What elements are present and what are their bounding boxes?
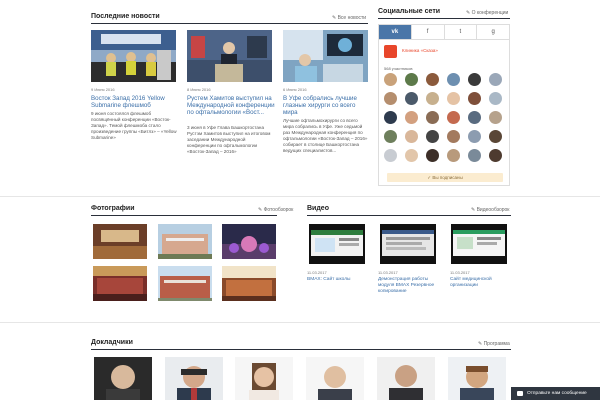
photo-thumbnail[interactable] bbox=[222, 266, 276, 301]
video-title-1[interactable]: ВМАХ: Сайт школы bbox=[307, 277, 369, 283]
group-logo[interactable] bbox=[384, 45, 397, 58]
avatar[interactable] bbox=[447, 73, 460, 86]
avatar[interactable] bbox=[468, 73, 481, 86]
speaker-photo[interactable] bbox=[306, 357, 364, 400]
vk-widget: Клиника «Сказа» 568 участников ✓ Вы подп bbox=[378, 40, 510, 186]
video-title-2[interactable]: Демонстрация работы модуля ВМАХ Резервно… bbox=[378, 277, 440, 295]
news-title-2[interactable]: Рустем Хамитов выступил на Международной… bbox=[187, 95, 275, 116]
avatar[interactable] bbox=[447, 130, 460, 143]
avatar[interactable] bbox=[426, 111, 439, 124]
speaker-photo[interactable] bbox=[448, 357, 506, 400]
news-text-2: 3 июня в Уфе Глава Башкортостана Рустэм … bbox=[187, 125, 271, 154]
video-date-1: 11.03.2017 bbox=[307, 270, 327, 275]
avatar[interactable] bbox=[426, 92, 439, 105]
news-section-title: Последние новости bbox=[91, 13, 160, 20]
avatar[interactable] bbox=[405, 111, 418, 124]
speakers-title-rule bbox=[91, 349, 511, 350]
video-title-rule bbox=[307, 215, 511, 216]
news-date-2: 8 Июня 2016 bbox=[187, 87, 211, 92]
video-section-title: Видео bbox=[307, 205, 329, 212]
news-text-3: Лучшие офтальмохирурги со всего мира соб… bbox=[283, 118, 368, 153]
avatar[interactable] bbox=[384, 130, 397, 143]
speaker-photo[interactable] bbox=[377, 357, 435, 400]
video-thumbnail-2[interactable] bbox=[380, 224, 436, 264]
speakers-section-title: Докладчики bbox=[91, 339, 133, 346]
tab-google[interactable]: g bbox=[477, 25, 509, 39]
avatar[interactable] bbox=[405, 92, 418, 105]
news-image-2[interactable] bbox=[187, 30, 272, 82]
avatar[interactable] bbox=[384, 73, 397, 86]
speaker-photo[interactable] bbox=[94, 357, 152, 400]
all-news-link[interactable]: ✎ Все новости bbox=[332, 15, 366, 21]
video-date-3: 11.03.2017 bbox=[450, 270, 470, 275]
social-tabs: vk f t g bbox=[378, 24, 510, 40]
photo-thumbnail[interactable] bbox=[158, 266, 212, 301]
vk-member-count: 568 участников bbox=[384, 66, 413, 71]
photo-thumbnail[interactable] bbox=[222, 224, 276, 259]
news-image-1[interactable] bbox=[91, 30, 176, 82]
tab-facebook[interactable]: f bbox=[412, 25, 445, 39]
avatar[interactable] bbox=[447, 111, 460, 124]
about-conference-link[interactable]: ✎ О конференции bbox=[466, 10, 508, 16]
news-date-1: 9 Июня 2016 bbox=[91, 87, 115, 92]
program-link[interactable]: ✎ Программа bbox=[478, 341, 510, 347]
avatar[interactable] bbox=[489, 149, 502, 162]
video-review-link[interactable]: ✎ Видеообзорок bbox=[471, 207, 510, 213]
section-divider bbox=[0, 196, 600, 197]
avatar[interactable] bbox=[426, 73, 439, 86]
avatar[interactable] bbox=[447, 92, 460, 105]
news-text-1: 9 июня состоялся флешмоб посвящённый кон… bbox=[91, 111, 177, 140]
news-title-1[interactable]: Восток Запад 2016 Yellow Submarine флешм… bbox=[91, 95, 179, 109]
photo-review-link[interactable]: ✎ Фотообзорок bbox=[258, 207, 293, 213]
avatar[interactable] bbox=[447, 149, 460, 162]
news-date-3: 6 Июня 2016 bbox=[283, 87, 307, 92]
vk-group-name[interactable]: Клиника «Сказа» bbox=[402, 48, 438, 53]
avatar[interactable] bbox=[489, 92, 502, 105]
subscribed-button[interactable]: ✓ Вы подписаны bbox=[387, 173, 503, 182]
avatar[interactable] bbox=[405, 73, 418, 86]
social-section-title: Социальные сети bbox=[378, 8, 441, 15]
news-title-3[interactable]: В Уфе собрались лучшие глазные хирурги с… bbox=[283, 95, 371, 116]
vk-member-avatars bbox=[384, 73, 506, 162]
avatar[interactable] bbox=[489, 73, 502, 86]
avatar[interactable] bbox=[489, 130, 502, 143]
speaker-photo[interactable] bbox=[235, 357, 293, 400]
photo-thumbnail[interactable] bbox=[93, 266, 147, 301]
news-image-3[interactable] bbox=[283, 30, 368, 82]
speaker-photo[interactable] bbox=[165, 357, 223, 400]
photo-thumbnail[interactable] bbox=[93, 224, 147, 259]
video-title-3[interactable]: Сайт медицинской организации bbox=[450, 277, 512, 289]
avatar[interactable] bbox=[468, 149, 481, 162]
section-divider bbox=[0, 322, 600, 323]
video-thumbnail-1[interactable] bbox=[309, 224, 365, 264]
chat-icon bbox=[517, 391, 523, 396]
avatar[interactable] bbox=[468, 92, 481, 105]
tab-vk[interactable]: vk bbox=[379, 25, 412, 39]
avatar[interactable] bbox=[405, 130, 418, 143]
tab-twitter[interactable]: t bbox=[445, 25, 478, 39]
news-title-rule bbox=[91, 23, 368, 24]
send-message-button[interactable]: Отправьте нам сообщение bbox=[511, 387, 600, 400]
avatar[interactable] bbox=[384, 149, 397, 162]
avatar[interactable] bbox=[384, 111, 397, 124]
avatar[interactable] bbox=[489, 111, 502, 124]
avatar[interactable] bbox=[426, 130, 439, 143]
photo-thumbnail[interactable] bbox=[158, 224, 212, 259]
avatar[interactable] bbox=[426, 149, 439, 162]
avatar[interactable] bbox=[468, 130, 481, 143]
video-date-2: 11.03.2017 bbox=[378, 270, 398, 275]
avatar[interactable] bbox=[468, 111, 481, 124]
avatar[interactable] bbox=[405, 149, 418, 162]
avatar[interactable] bbox=[384, 92, 397, 105]
send-message-label: Отправьте нам сообщение bbox=[527, 391, 587, 396]
video-thumbnail-3[interactable] bbox=[451, 224, 507, 264]
photos-title-rule bbox=[91, 215, 277, 216]
social-title-rule bbox=[378, 18, 510, 19]
photos-section-title: Фотографии bbox=[91, 205, 135, 212]
